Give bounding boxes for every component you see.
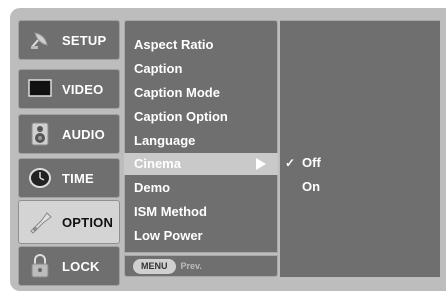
- menu-button[interactable]: MENU: [133, 258, 176, 274]
- menu-item-caption-option[interactable]: Caption Option: [134, 106, 228, 128]
- clock-icon: [26, 164, 54, 192]
- menu-item-aspect-ratio[interactable]: Aspect Ratio: [134, 34, 213, 56]
- tab-option[interactable]: OPTION: [18, 200, 120, 244]
- option-off[interactable]: Off: [302, 154, 321, 172]
- tv-screen-icon: [26, 75, 54, 103]
- arrow-right-icon: [256, 158, 266, 170]
- prev-hint: Prev.: [180, 261, 202, 271]
- option-menu: Aspect Ratio Caption Caption Mode Captio…: [124, 20, 278, 253]
- tab-setup-label: SETUP: [62, 32, 107, 48]
- padlock-icon: [26, 252, 54, 280]
- menu-item-demo[interactable]: Demo: [134, 177, 170, 199]
- tab-setup[interactable]: SETUP: [18, 20, 120, 60]
- menu-item-language[interactable]: Language: [134, 130, 195, 152]
- tab-audio[interactable]: AUDIO: [18, 114, 120, 154]
- option-on[interactable]: On: [302, 178, 320, 196]
- tab-option-label: OPTION: [62, 214, 114, 230]
- menu-item-low-power[interactable]: Low Power: [134, 225, 203, 247]
- menu-item-cinema[interactable]: Cinema: [124, 153, 278, 175]
- tab-lock[interactable]: LOCK: [18, 246, 120, 286]
- tag-icon: [26, 208, 54, 236]
- tab-video-label: VIDEO: [62, 81, 104, 97]
- menu-item-cinema-label: Cinema: [134, 156, 181, 171]
- menu-item-caption[interactable]: Caption: [134, 58, 182, 80]
- speaker-icon: [26, 120, 54, 148]
- tab-lock-label: LOCK: [62, 258, 100, 274]
- tab-audio-label: AUDIO: [62, 126, 105, 142]
- tab-video[interactable]: VIDEO: [18, 69, 120, 109]
- nav-hint-bar: MENU Prev.: [124, 255, 278, 277]
- checkmark-icon: ✓: [285, 156, 296, 170]
- tab-time-label: TIME: [62, 170, 94, 186]
- tab-time[interactable]: TIME: [18, 158, 120, 198]
- satellite-dish-icon: [26, 26, 54, 54]
- menu-item-ism-method[interactable]: ISM Method: [134, 201, 207, 223]
- cinema-submenu: ✓ Off On: [280, 20, 440, 277]
- menu-item-caption-mode[interactable]: Caption Mode: [134, 82, 220, 104]
